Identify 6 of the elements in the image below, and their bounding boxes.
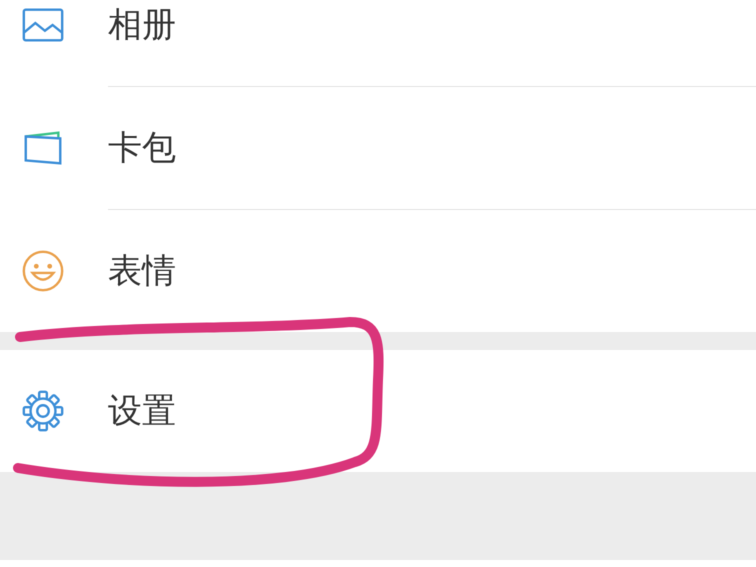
- smiley-icon: [20, 248, 66, 294]
- menu-item-label[interactable]: 相册: [108, 2, 176, 48]
- menu-item-label[interactable]: 卡包: [108, 125, 176, 171]
- settings-icon: [20, 388, 66, 434]
- menu-item-label[interactable]: 表情: [108, 248, 176, 294]
- menu-item-label[interactable]: 设置: [108, 388, 176, 434]
